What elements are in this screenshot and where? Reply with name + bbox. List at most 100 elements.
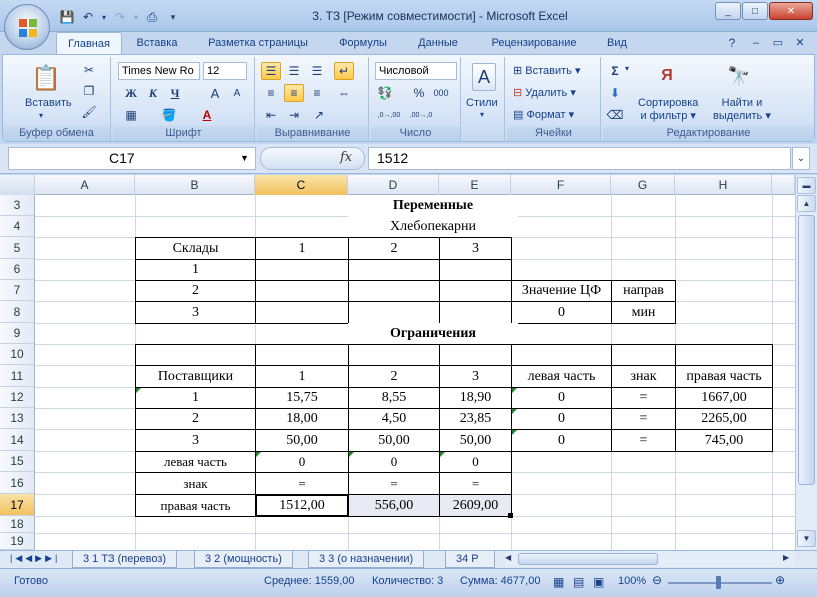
cell-e17[interactable]: 2609,00	[439, 494, 512, 517]
cell-b15[interactable]: левая часть	[135, 451, 256, 473]
column-header-f[interactable]: F	[511, 175, 611, 195]
row-header-6[interactable]: 6	[0, 259, 35, 280]
cell-d7[interactable]	[348, 280, 440, 302]
styles-icon[interactable]: A	[472, 63, 496, 91]
help-icon[interactable]: ?	[722, 32, 742, 54]
cell-e11[interactable]: 3	[439, 365, 512, 388]
row-header-4[interactable]: 4	[0, 216, 35, 237]
cell-d15[interactable]: 0	[348, 451, 440, 473]
sheet-tab-4[interactable]: 34 Р	[445, 551, 495, 568]
row-header-3[interactable]: 3	[0, 195, 35, 216]
tab-home[interactable]: Главная	[56, 32, 122, 54]
increase-decimal-button[interactable]: ,0→,00	[375, 106, 403, 124]
row-header-19[interactable]: 19	[0, 533, 35, 550]
cell-f14[interactable]: 0	[511, 429, 612, 452]
sheet-nav-icons[interactable]: |◀◀▶▶|	[10, 553, 60, 564]
align-middle-icon[interactable]: ☰	[284, 62, 304, 80]
tab-page-layout[interactable]: Разметка страницы	[198, 32, 318, 54]
cell-h12[interactable]: 1667,00	[675, 387, 773, 409]
cell-c5[interactable]: 1	[255, 237, 349, 260]
cell-d3-title[interactable]: Переменные	[348, 195, 518, 216]
minimize-button[interactable]: _	[715, 2, 741, 20]
cell-c17-selected[interactable]: 1512,00	[255, 494, 349, 517]
column-header-a[interactable]: A	[35, 175, 135, 195]
horizontal-scroll-thumb[interactable]	[518, 553, 658, 565]
cell-g12[interactable]: =	[611, 387, 676, 409]
cell-d12[interactable]: 8,55	[348, 387, 440, 409]
borders-icon[interactable]: ▦	[121, 106, 141, 124]
font-name-input[interactable]: Times New Ro	[118, 62, 200, 80]
column-header-d[interactable]: D	[348, 175, 439, 195]
zoom-slider-thumb[interactable]	[716, 576, 721, 589]
zoom-in-icon[interactable]: ⊕	[775, 573, 785, 587]
cell-g11[interactable]: знак	[611, 365, 676, 388]
split-box-icon[interactable]: ▬	[797, 177, 816, 194]
cell-b13[interactable]: 2	[135, 408, 256, 430]
cell-g13[interactable]: =	[611, 408, 676, 430]
vertical-scrollbar[interactable]: ▬ ▲ ▼	[795, 175, 817, 550]
row-header-12[interactable]: 12	[0, 387, 35, 408]
delete-cells-button[interactable]: ⊟ Удалить ▾	[513, 86, 576, 99]
cell-e6[interactable]	[439, 259, 512, 281]
tab-review[interactable]: Рецензирование	[480, 32, 588, 54]
cell-b5[interactable]: Склады	[135, 237, 256, 260]
shrink-font-button[interactable]: A	[227, 84, 247, 102]
row-header-5[interactable]: 5	[0, 237, 35, 259]
cell-b10[interactable]	[135, 344, 256, 366]
zoom-out-icon[interactable]: ⊖	[652, 573, 662, 587]
cell-g14[interactable]: =	[611, 429, 676, 452]
bold-button[interactable]: Ж	[121, 84, 141, 102]
paste-button[interactable]: Вставить	[25, 97, 72, 109]
page-break-view-icon[interactable]: ▣	[593, 575, 604, 589]
cell-d9-title[interactable]: Ограничения	[348, 323, 518, 344]
percent-button[interactable]: %	[409, 84, 429, 102]
insert-function-button[interactable]: fx	[340, 150, 352, 165]
cell-g7[interactable]: направ	[611, 280, 676, 302]
cell-g8[interactable]: мин	[611, 301, 676, 324]
cell-b8[interactable]: 3	[135, 301, 256, 324]
fill-color-icon[interactable]: 🪣	[159, 106, 179, 124]
cell-b12[interactable]: 1	[135, 387, 256, 409]
name-box[interactable]: C17	[8, 147, 256, 170]
thousands-button[interactable]: 000	[431, 84, 451, 102]
cell-c12[interactable]: 15,75	[255, 387, 349, 409]
cell-c6[interactable]	[255, 259, 349, 281]
print-preview-icon[interactable]: ⎙	[143, 8, 161, 26]
find-select-icon[interactable]: 🔭	[725, 61, 753, 91]
sheet-tab-3[interactable]: 3 3 (о назначении)	[308, 551, 425, 568]
row-header-15[interactable]: 15	[0, 451, 35, 472]
row-header-13[interactable]: 13	[0, 408, 35, 429]
cell-e8[interactable]	[439, 301, 512, 324]
fill-handle[interactable]	[508, 513, 513, 518]
cell-g10[interactable]	[611, 344, 676, 366]
cell-h13[interactable]: 2265,00	[675, 408, 773, 430]
cell-e5[interactable]: 3	[439, 237, 512, 260]
cell-b16[interactable]: знак	[135, 472, 256, 495]
row-header-10[interactable]: 10	[0, 344, 35, 365]
cell-c13[interactable]: 18,00	[255, 408, 349, 430]
undo-icon[interactable]: ↶	[79, 8, 97, 26]
cell-f8[interactable]: 0	[511, 301, 612, 324]
column-header-g[interactable]: G	[611, 175, 675, 195]
cell-h11[interactable]: правая часть	[675, 365, 773, 388]
cell-b17[interactable]: правая часть	[135, 494, 256, 517]
paste-icon[interactable]: 📋	[31, 61, 61, 95]
find-select-button[interactable]: Найти и выделить ▾	[713, 97, 771, 123]
cut-icon[interactable]: ✂	[79, 61, 99, 79]
scroll-left-icon[interactable]: ◀	[505, 553, 511, 562]
cell-d11[interactable]: 2	[348, 365, 440, 388]
cell-f10[interactable]	[511, 344, 612, 366]
cell-e13[interactable]: 23,85	[439, 408, 512, 430]
cell-f12[interactable]: 0	[511, 387, 612, 409]
cell-d13[interactable]: 4,50	[348, 408, 440, 430]
autosum-button[interactable]: Σ	[605, 62, 625, 80]
align-right-icon[interactable]: ≡	[307, 84, 327, 102]
cell-c16[interactable]: =	[255, 472, 349, 495]
align-bottom-icon[interactable]: ☰	[307, 62, 327, 80]
cell-e12[interactable]: 18,90	[439, 387, 512, 409]
cell-d4-subtitle[interactable]: Хлебопекарни	[348, 216, 518, 237]
cell-c11[interactable]: 1	[255, 365, 349, 388]
align-top-icon[interactable]: ☰	[261, 62, 281, 80]
cell-b11[interactable]: Поставщики	[135, 365, 256, 388]
sort-filter-icon[interactable]: Я	[653, 61, 681, 91]
